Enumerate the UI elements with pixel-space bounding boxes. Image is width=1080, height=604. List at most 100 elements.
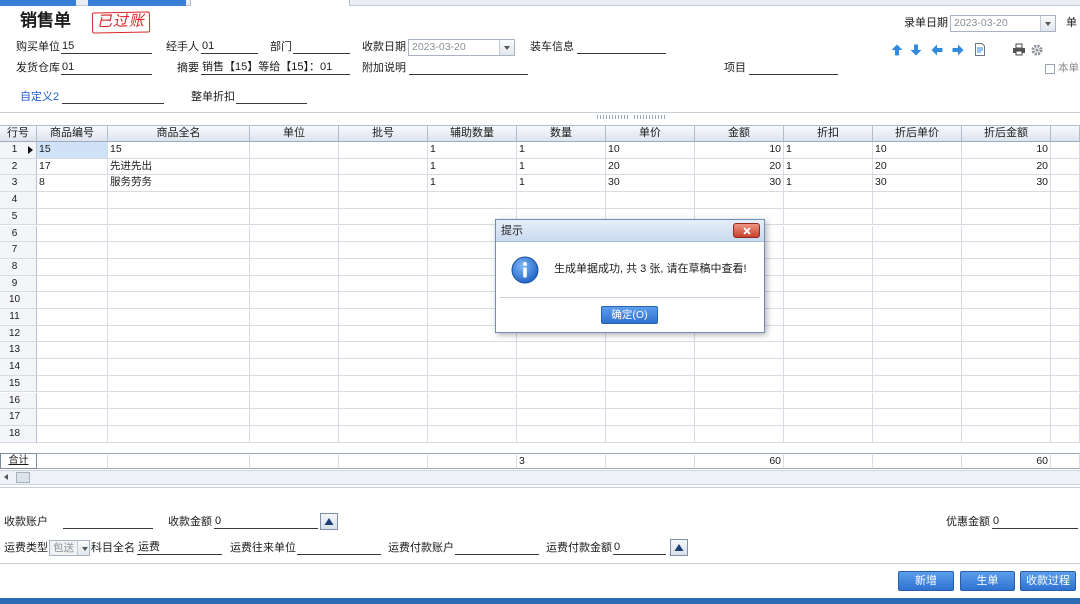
cell-extra[interactable] (1051, 275, 1080, 293)
cell-batch-no[interactable] (339, 375, 428, 393)
cell-aux-quantity[interactable] (428, 392, 517, 410)
cell-extra[interactable] (1051, 142, 1080, 159)
arrow-right-icon[interactable] (952, 44, 964, 59)
cell-batch-no[interactable] (339, 409, 428, 426)
cell-discounted-amount[interactable] (962, 309, 1051, 326)
department-input[interactable] (293, 40, 350, 54)
cell-unit-price[interactable]: 10 (606, 142, 695, 159)
cell-discount[interactable] (784, 208, 873, 226)
cell-amount[interactable]: 20 (695, 158, 784, 176)
cell-product-name[interactable] (108, 225, 250, 243)
cell-batch-no[interactable] (339, 425, 428, 443)
table-row[interactable]: 15 (0, 375, 1080, 393)
scroll-left-icon[interactable] (0, 471, 15, 484)
cell-product-name[interactable]: 先进先出 (108, 158, 250, 176)
cell-batch-no[interactable] (339, 208, 428, 226)
cell-unit[interactable] (250, 325, 339, 343)
cell-extra[interactable] (1051, 175, 1080, 193)
cell-unit-price[interactable] (606, 192, 695, 209)
cell-discounted-amount[interactable] (962, 425, 1051, 443)
summary-input[interactable]: 销售【15】等给【15】：01 (201, 61, 350, 75)
cell-discounted-price[interactable] (873, 242, 962, 259)
cell-discounted-amount[interactable]: 30 (962, 175, 1051, 193)
cell-product-name[interactable]: 15 (108, 142, 250, 159)
cell-product-code[interactable] (37, 192, 108, 209)
cell-unit[interactable] (250, 175, 339, 193)
cell-batch-no[interactable] (339, 142, 428, 159)
cell-discount[interactable] (784, 258, 873, 276)
cell-product-code[interactable] (37, 309, 108, 326)
row-number-cell[interactable]: 12 (0, 325, 37, 343)
cell-extra[interactable] (1051, 242, 1080, 259)
cell-amount[interactable] (695, 359, 784, 376)
cell-product-name[interactable] (108, 208, 250, 226)
cell-amount[interactable] (695, 409, 784, 426)
cell-discounted-amount[interactable] (962, 258, 1051, 276)
cell-batch-no[interactable] (339, 175, 428, 193)
cell-unit[interactable] (250, 192, 339, 209)
cell-unit[interactable] (250, 292, 339, 309)
cell-discounted-price[interactable] (873, 309, 962, 326)
cell-discount[interactable] (784, 359, 873, 376)
cell-discounted-price[interactable] (873, 225, 962, 243)
cell-discounted-price[interactable] (873, 258, 962, 276)
cell-discounted-price[interactable]: 10 (873, 142, 962, 159)
cell-quantity[interactable] (517, 375, 606, 393)
cell-product-code[interactable] (37, 392, 108, 410)
cell-discount[interactable] (784, 242, 873, 259)
cell-discounted-price[interactable] (873, 342, 962, 360)
cell-quantity[interactable] (517, 359, 606, 376)
cell-product-code[interactable] (37, 292, 108, 309)
freight-type-select[interactable]: 包送 (49, 540, 90, 556)
cell-batch-no[interactable] (339, 192, 428, 209)
cell-discount[interactable]: 1 (784, 158, 873, 176)
cell-product-code[interactable] (37, 225, 108, 243)
cell-discount[interactable] (784, 292, 873, 309)
column-header-amount[interactable]: 金额 (695, 126, 784, 142)
row-number-cell[interactable]: 11 (0, 309, 37, 326)
cell-product-name[interactable] (108, 275, 250, 293)
cell-aux-quantity[interactable] (428, 192, 517, 209)
cell-product-code[interactable]: 17 (37, 158, 108, 176)
cell-amount[interactable] (695, 192, 784, 209)
row-number-cell[interactable]: 3 (0, 175, 37, 193)
cell-extra[interactable] (1051, 325, 1080, 343)
cell-unit[interactable] (250, 258, 339, 276)
row-number-cell[interactable]: 4 (0, 192, 37, 209)
cell-product-name[interactable] (108, 392, 250, 410)
table-row[interactable]: 1 15 15 1 1 10 10 1 10 10 (0, 142, 1080, 159)
cell-quantity[interactable]: 1 (517, 142, 606, 159)
cell-product-name[interactable] (108, 375, 250, 393)
cell-unit[interactable] (250, 158, 339, 176)
cell-product-name[interactable] (108, 425, 250, 443)
chevron-down-icon[interactable] (77, 541, 89, 555)
cell-batch-no[interactable] (339, 225, 428, 243)
cell-discounted-amount[interactable] (962, 192, 1051, 209)
close-button[interactable] (733, 223, 760, 238)
cell-discounted-price[interactable] (873, 392, 962, 410)
column-header-unit-price[interactable]: 单价 (606, 126, 695, 142)
printer-icon[interactable] (1012, 43, 1026, 59)
receipt-process-button[interactable]: 收款过程 (1020, 571, 1076, 591)
cell-extra[interactable] (1051, 225, 1080, 243)
cell-discounted-amount[interactable] (962, 225, 1051, 243)
cell-extra[interactable] (1051, 409, 1080, 426)
arrow-left-icon[interactable] (931, 44, 943, 59)
subject-name-input[interactable]: 运费 (137, 541, 222, 555)
cell-aux-quantity[interactable]: 1 (428, 175, 517, 193)
cell-discount[interactable] (784, 325, 873, 343)
cell-unit[interactable] (250, 208, 339, 226)
cell-product-code[interactable] (37, 325, 108, 343)
cell-product-code[interactable] (37, 409, 108, 426)
column-header-discount[interactable]: 折扣 (784, 126, 873, 142)
cell-product-code[interactable] (37, 242, 108, 259)
cell-discounted-price[interactable]: 20 (873, 158, 962, 176)
cell-discounted-price[interactable] (873, 359, 962, 376)
cell-product-code[interactable] (37, 342, 108, 360)
cell-discounted-price[interactable]: 30 (873, 175, 962, 193)
cell-unit-price[interactable] (606, 409, 695, 426)
cell-discounted-amount[interactable] (962, 275, 1051, 293)
cell-aux-quantity[interactable] (428, 342, 517, 360)
cell-discounted-amount[interactable] (962, 208, 1051, 226)
cell-discount[interactable] (784, 192, 873, 209)
